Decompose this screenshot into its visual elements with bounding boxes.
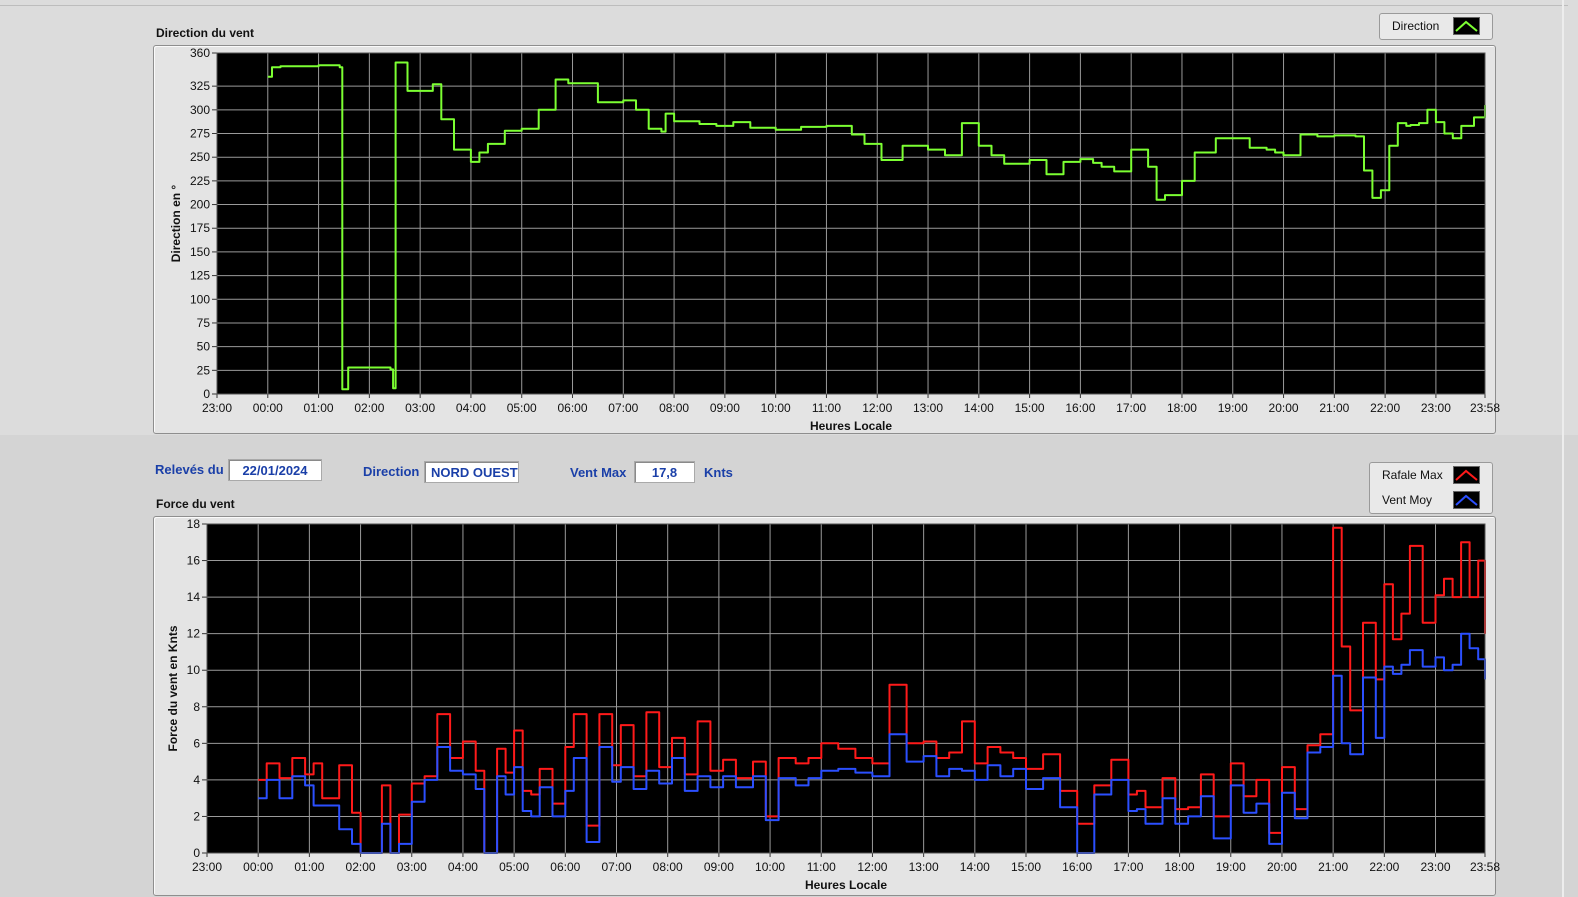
force-x-tick-label: 00:00 — [243, 860, 273, 874]
force-x-tick-label: 14:00 — [960, 860, 990, 874]
force-x-axis-label: Heures Locale — [805, 878, 887, 892]
direction-y-tick-label: 125 — [190, 269, 210, 283]
direction-chart: 23:00 00:00 01:00 02:00 03:00 04:00 05:00 06:00… — [169, 46, 1500, 433]
direction-x-tick-label: 03:00 — [405, 401, 435, 415]
direction-y-tick-label: 360 — [190, 46, 210, 60]
force-y-tick-label: 6 — [193, 736, 200, 750]
force-x-tick-label: 17:00 — [1113, 860, 1143, 874]
direction-x-tick-label: 12:00 — [862, 401, 892, 415]
force-y-tick-label: 8 — [193, 700, 200, 714]
direction-plot-area — [217, 53, 1485, 394]
direction-x-tick-label: 04:00 — [456, 401, 486, 415]
direction-y-tick-label: 0 — [203, 387, 210, 401]
force-y-tick-label: 16 — [187, 554, 201, 568]
direction-y-tick-label: 200 — [190, 198, 210, 212]
force-x-tick-label: 05:00 — [499, 860, 529, 874]
force-y-tick-label: 4 — [193, 773, 200, 787]
force-x-tick-label: 10:00 — [755, 860, 785, 874]
direction-y-tick-label: 275 — [190, 127, 210, 141]
force-x-tick-label: 21:00 — [1318, 860, 1348, 874]
force-x-tick-label: 22:00 — [1369, 860, 1399, 874]
force-x-tick-label: 01:00 — [294, 860, 324, 874]
direction-x-tick-label: 10:00 — [761, 401, 791, 415]
direction-x-tick-label: 00:00 — [253, 401, 283, 415]
direction-x-tick-label: 09:00 — [710, 401, 740, 415]
direction-x-tick-label: 23:00 — [202, 401, 232, 415]
direction-y-tick-label: 100 — [190, 292, 210, 306]
direction-x-tick-label: 16:00 — [1065, 401, 1095, 415]
direction-x-tick-label: 01:00 — [304, 401, 334, 415]
force-x-tick-label: 02:00 — [346, 860, 376, 874]
direction-y-tick-label: 175 — [190, 221, 210, 235]
force-x-tick-label: 13:00 — [909, 860, 939, 874]
direction-x-tick-label: 05:00 — [507, 401, 537, 415]
force-x-tick-label: 16:00 — [1062, 860, 1092, 874]
direction-x-tick-label: 14:00 — [964, 401, 994, 415]
force-x-tick-label: 08:00 — [653, 860, 683, 874]
force-x-tick-label: 09:00 — [704, 860, 734, 874]
force-x-tick-label: 15:00 — [1011, 860, 1041, 874]
direction-y-tick-label: 75 — [197, 316, 211, 330]
force-y-tick-label: 12 — [187, 627, 201, 641]
direction-x-tick-label: 22:00 — [1370, 401, 1400, 415]
direction-x-tick-label: 11:00 — [812, 401, 841, 415]
force-y-tick-label: 18 — [187, 517, 201, 531]
direction-x-tick-label: 06:00 — [557, 401, 587, 415]
force-x-tick-label: 12:00 — [857, 860, 887, 874]
force-y-tick-label: 10 — [187, 663, 201, 677]
direction-y-tick-label: 50 — [197, 340, 211, 354]
force-plot-area — [207, 524, 1485, 853]
direction-y-tick-label: 150 — [190, 245, 210, 259]
force-y-tick-label: 0 — [193, 846, 200, 860]
force-x-tick-label: 23:00 — [192, 860, 222, 874]
direction-y-tick-label: 225 — [190, 174, 210, 188]
direction-x-tick-label: 23:00 — [1421, 401, 1451, 415]
force-y-axis-label: Force du vent en Knts — [166, 625, 180, 751]
force-x-tick-label: 06:00 — [550, 860, 580, 874]
force-x-tick-label: 23:00 — [1421, 860, 1451, 874]
force-y-tick-label: 14 — [187, 590, 201, 604]
direction-x-tick-label: 15:00 — [1015, 401, 1045, 415]
force-x-tick-label: 20:00 — [1267, 860, 1297, 874]
direction-x-tick-label: 17:00 — [1116, 401, 1146, 415]
direction-y-tick-label: 325 — [190, 79, 210, 93]
direction-x-tick-label: 13:00 — [913, 401, 943, 415]
direction-x-tick-label: 18:00 — [1167, 401, 1197, 415]
direction-x-tick-label: 23:58 — [1470, 401, 1500, 415]
force-x-tick-label: 04:00 — [448, 860, 478, 874]
direction-y-axis-label: Direction en ° — [169, 185, 183, 263]
direction-x-tick-label: 07:00 — [608, 401, 638, 415]
direction-x-tick-label: 19:00 — [1218, 401, 1248, 415]
force-x-tick-label: 07:00 — [601, 860, 631, 874]
direction-y-tick-label: 250 — [190, 150, 210, 164]
force-x-tick-label: 03:00 — [397, 860, 427, 874]
direction-y-tick-label: 25 — [197, 363, 211, 377]
direction-x-tick-label: 21:00 — [1319, 401, 1349, 415]
force-x-tick-label: 11:00 — [807, 860, 836, 874]
direction-x-tick-label: 08:00 — [659, 401, 689, 415]
force-chart: 23:00 00:00 01:00 02:00 03:00 04:00 05:00 06:00… — [166, 517, 1500, 892]
force-x-tick-label: 23:58 — [1470, 860, 1500, 874]
charts-canvas: 23:00 00:00 01:00 02:00 03:00 04:00 05:00 06:00… — [166, 46, 1500, 892]
force-y-tick-label: 2 — [193, 809, 200, 823]
direction-x-tick-label: 02:00 — [354, 401, 384, 415]
force-x-tick-label: 19:00 — [1216, 860, 1246, 874]
force-x-tick-label: 18:00 — [1165, 860, 1195, 874]
direction-x-axis-label: Heures Locale — [810, 419, 892, 433]
direction-y-tick-label: 300 — [190, 103, 210, 117]
direction-x-tick-label: 20:00 — [1269, 401, 1299, 415]
